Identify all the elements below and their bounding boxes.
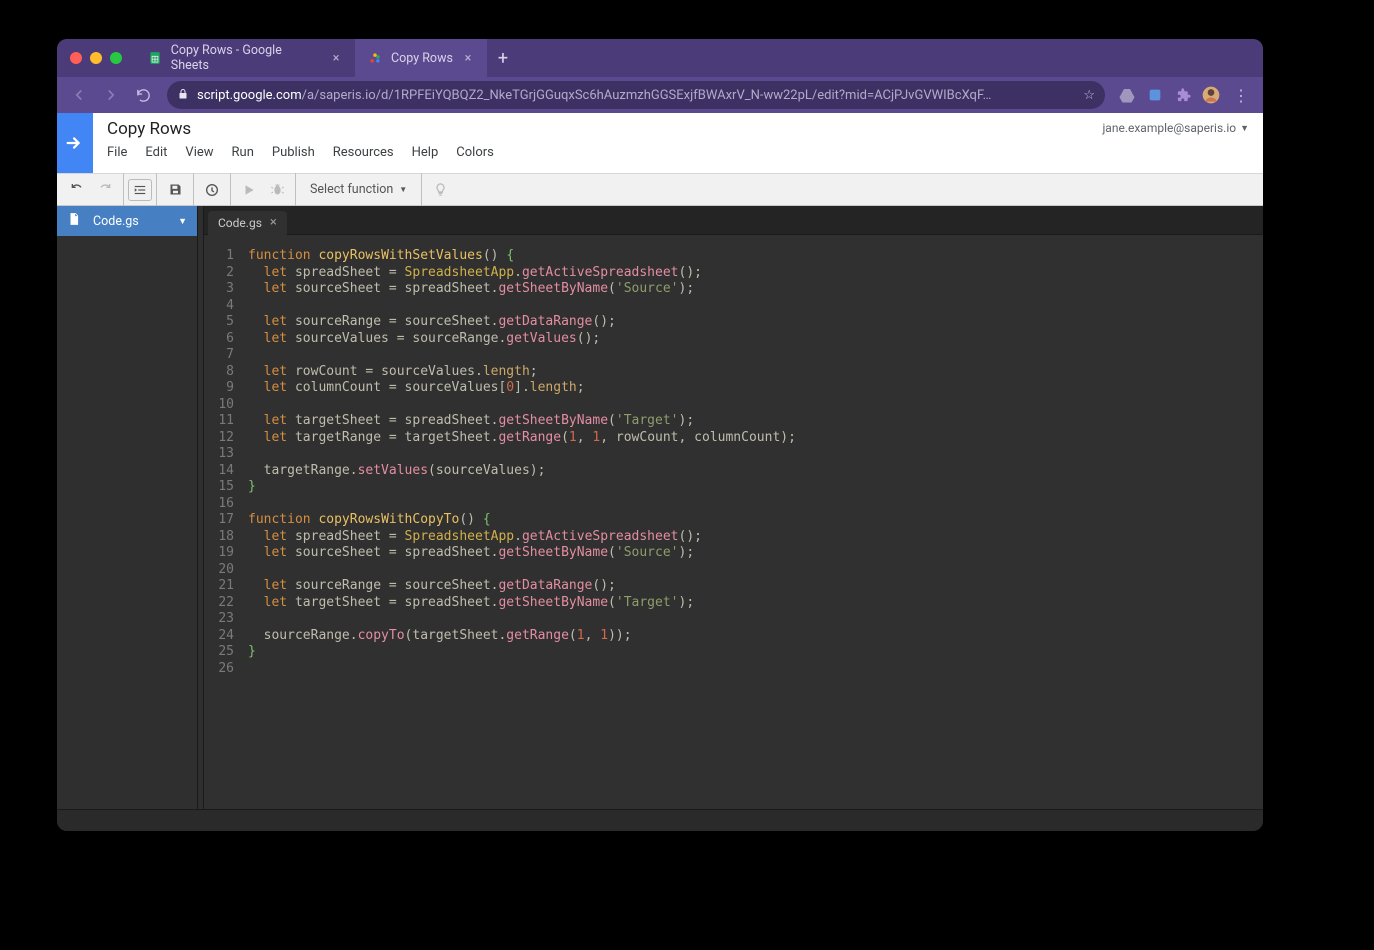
reload-button[interactable] [129, 81, 157, 109]
menu-edit[interactable]: Edit [145, 145, 167, 160]
gutter: 1234567891011121314151617181920212223242… [204, 248, 244, 809]
forward-button[interactable] [97, 81, 125, 109]
file-sidebar: Code.gs ▼ [57, 206, 197, 809]
app-icon[interactable] [57, 113, 93, 173]
undo-button[interactable] [63, 173, 91, 206]
extension-icon[interactable] [1143, 83, 1167, 107]
triggers-button[interactable] [198, 173, 226, 206]
account-info[interactable]: jane.example@saperis.io ▼ [1088, 113, 1263, 143]
close-window-button[interactable] [70, 52, 82, 64]
toolbar: Select function ▼ [57, 173, 1263, 206]
titlebar: Copy Rows - Google Sheets × Copy Rows × … [57, 39, 1263, 77]
file-item[interactable]: Code.gs ▼ [57, 206, 197, 236]
save-button[interactable] [161, 173, 189, 206]
minimize-window-button[interactable] [90, 52, 102, 64]
new-tab-button[interactable]: + [487, 39, 519, 77]
code-lines[interactable]: function copyRowsWithSetValues() { let s… [244, 248, 1263, 809]
dropdown-icon: ▼ [399, 185, 407, 194]
code-area[interactable]: 1234567891011121314151617181920212223242… [204, 235, 1263, 809]
run-button[interactable] [235, 173, 263, 206]
menu-run[interactable]: Run [232, 145, 254, 160]
editor-tab[interactable]: Code.gs × [208, 211, 287, 235]
file-icon [67, 212, 83, 230]
dropdown-icon[interactable]: ▼ [178, 216, 187, 227]
tab-strip: Copy Rows - Google Sheets × Copy Rows × … [135, 39, 519, 77]
traffic-lights [57, 52, 135, 64]
tab-sheets[interactable]: Copy Rows - Google Sheets × [135, 39, 355, 77]
lock-icon [177, 88, 189, 103]
editor: Code.gs × 123456789101112131415161718192… [204, 206, 1263, 809]
address-bar[interactable]: script.google.com/a/saperis.io/d/1RPFEiY… [167, 81, 1105, 109]
back-button[interactable] [65, 81, 93, 109]
lightbulb-button[interactable] [426, 173, 454, 206]
chrome-menu-button[interactable]: ⋮ [1227, 81, 1255, 109]
url-text: script.google.com/a/saperis.io/d/1RPFEiY… [197, 88, 1075, 103]
tab-apps-script[interactable]: Copy Rows × [355, 39, 487, 77]
status-bar [57, 809, 1263, 831]
menu-help[interactable]: Help [412, 145, 439, 160]
menu-resources[interactable]: Resources [333, 145, 394, 160]
tab-label: Copy Rows [391, 51, 453, 66]
content: Code.gs ▼ Code.gs × 12345678910111213141… [57, 206, 1263, 809]
menu-view[interactable]: View [185, 145, 213, 160]
menu-file[interactable]: File [107, 145, 127, 160]
close-icon[interactable]: × [461, 51, 475, 66]
extensions-puzzle-icon[interactable] [1171, 83, 1195, 107]
tab-label: Copy Rows - Google Sheets [171, 43, 321, 73]
file-name: Code.gs [93, 214, 139, 229]
debug-button[interactable] [263, 173, 291, 206]
maximize-window-button[interactable] [110, 52, 122, 64]
navbar: script.google.com/a/saperis.io/d/1RPFEiY… [57, 77, 1263, 113]
menu-publish[interactable]: Publish [272, 145, 315, 160]
function-selector[interactable]: Select function ▼ [300, 173, 417, 206]
browser-window: Copy Rows - Google Sheets × Copy Rows × … [57, 39, 1263, 831]
indent-button[interactable] [128, 179, 152, 201]
close-icon[interactable]: × [270, 215, 277, 230]
app-title: Copy Rows [107, 119, 494, 139]
redo-button[interactable] [91, 173, 119, 206]
apps-script-icon [367, 50, 383, 66]
sidebar-resizer[interactable] [197, 206, 204, 809]
app-menu: File Edit View Run Publish Resources Hel… [107, 139, 494, 160]
dropdown-icon: ▼ [1240, 123, 1249, 134]
close-icon[interactable]: × [329, 51, 343, 66]
menu-colors[interactable]: Colors [456, 145, 494, 160]
star-icon[interactable]: ☆ [1083, 88, 1095, 103]
app-header: Copy Rows File Edit View Run Publish Res… [57, 113, 1263, 173]
extension-drive-icon[interactable] [1115, 83, 1139, 107]
editor-tabs: Code.gs × [204, 206, 1263, 235]
profile-avatar[interactable] [1199, 83, 1223, 107]
sheets-icon [147, 50, 163, 66]
